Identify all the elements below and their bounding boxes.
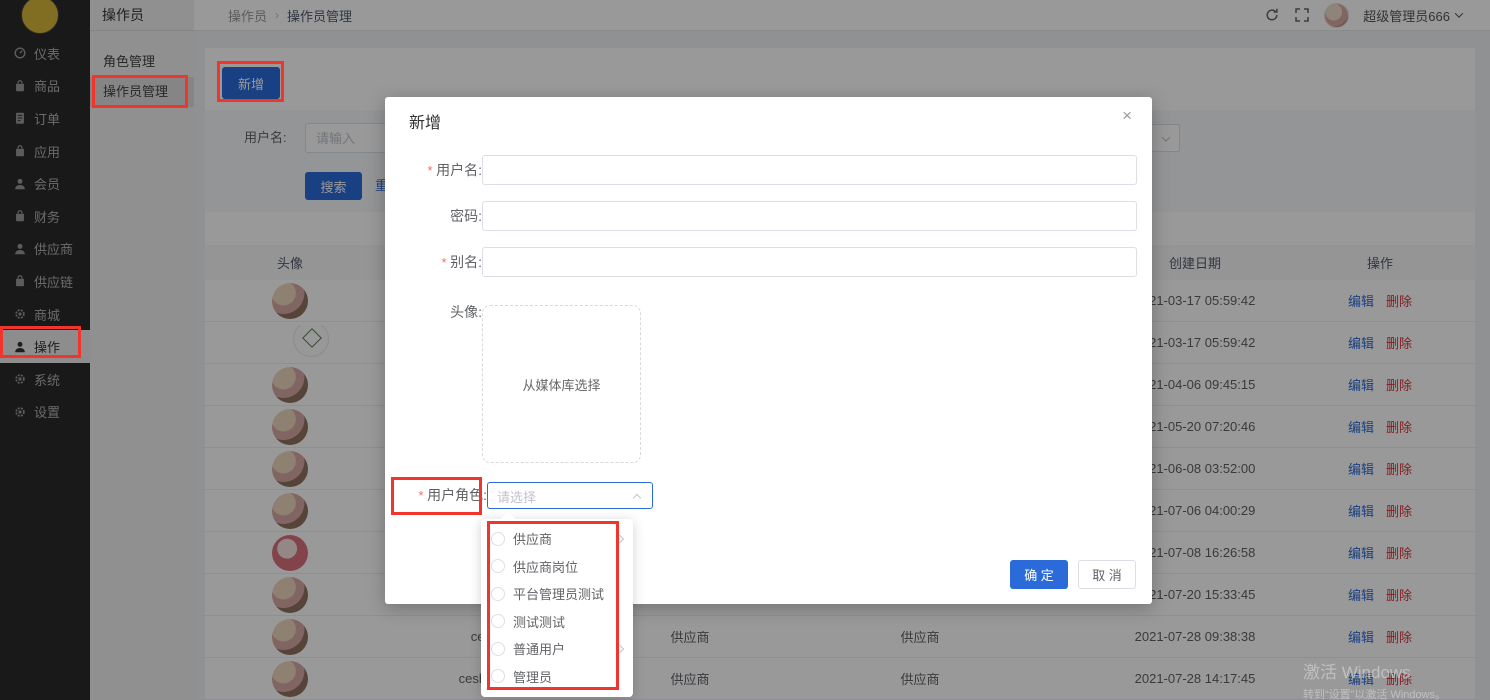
confirm-button[interactable]: 确 定 bbox=[1010, 560, 1068, 589]
role-option-label: 管理员 bbox=[513, 667, 552, 686]
role-option-label: 普通用户 bbox=[513, 639, 565, 658]
role-dropdown-panel: 供应商 供应商岗位 平台管理员测试 测试测试 普通用户 管理员 bbox=[481, 519, 633, 697]
alias-field-label: 别名: bbox=[392, 247, 482, 278]
role-option-label: 供应商岗位 bbox=[513, 557, 578, 576]
radio-icon[interactable] bbox=[491, 642, 505, 656]
role-option-label: 平台管理员测试 bbox=[513, 584, 604, 603]
username-field[interactable] bbox=[482, 155, 1137, 185]
role-option[interactable]: 供应商岗位 bbox=[481, 553, 633, 581]
role-field-label: 用户角色: bbox=[397, 480, 487, 511]
role-option[interactable]: 供应商 bbox=[481, 525, 633, 553]
chevron-right-icon bbox=[616, 535, 624, 543]
role-option-label: 供应商 bbox=[513, 529, 552, 548]
radio-icon[interactable] bbox=[491, 614, 505, 628]
password-field-label: 密码: bbox=[392, 201, 482, 231]
password-field[interactable] bbox=[482, 201, 1137, 231]
role-select-placeholder: 请选择 bbox=[497, 487, 536, 506]
alias-field[interactable] bbox=[482, 247, 1137, 277]
radio-icon[interactable] bbox=[491, 559, 505, 573]
chevron-right-icon bbox=[616, 645, 624, 653]
role-option[interactable]: 平台管理员测试 bbox=[481, 580, 633, 608]
radio-icon[interactable] bbox=[491, 532, 505, 546]
role-option[interactable]: 管理员 bbox=[481, 663, 633, 691]
close-icon[interactable]: × bbox=[1122, 107, 1132, 124]
modal-title: 新增 bbox=[409, 109, 441, 133]
radio-icon[interactable] bbox=[491, 669, 505, 683]
role-option-label: 测试测试 bbox=[513, 612, 565, 631]
username-field-label: 用户名: bbox=[392, 155, 482, 186]
radio-icon[interactable] bbox=[491, 587, 505, 601]
cancel-button[interactable]: 取 消 bbox=[1078, 560, 1136, 589]
role-select[interactable]: 请选择 bbox=[487, 482, 653, 509]
role-option[interactable]: 普通用户 bbox=[481, 635, 633, 663]
media-library-picker[interactable]: 从媒体库选择 bbox=[482, 305, 641, 463]
avatar-field-label: 头像: bbox=[392, 297, 482, 327]
chevron-up-icon bbox=[633, 494, 641, 502]
role-option[interactable]: 测试测试 bbox=[481, 608, 633, 636]
